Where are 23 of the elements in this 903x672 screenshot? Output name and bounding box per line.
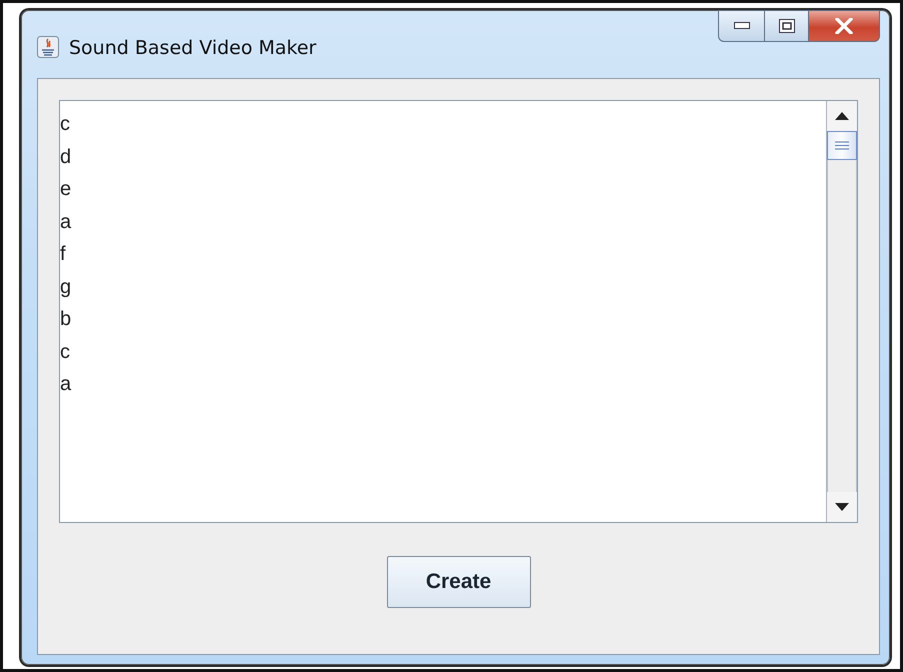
text-line: a: [60, 210, 72, 234]
window-title: Sound Based Video Maker: [69, 37, 316, 59]
text-line: b: [60, 307, 72, 332]
close-icon: [835, 18, 853, 34]
text-line: c: [60, 340, 70, 364]
scroll-down-icon[interactable]: [827, 492, 857, 522]
create-button[interactable]: Create: [386, 556, 530, 608]
text-line: f: [60, 242, 66, 267]
minimize-icon: [734, 22, 750, 30]
text-line: d: [60, 144, 72, 170]
maximize-icon: [778, 19, 794, 33]
scrollbar[interactable]: [826, 101, 857, 522]
cup-icon: [37, 36, 59, 58]
text-line: a: [60, 372, 72, 397]
minimize-button[interactable]: [718, 10, 765, 42]
scroll-thumb[interactable]: [827, 131, 857, 160]
text-area[interactable]: c d e a f g b c a: [59, 100, 858, 523]
text-line: e: [60, 177, 72, 202]
text-line: c: [60, 112, 70, 137]
text-line: g: [60, 274, 72, 300]
maximize-button[interactable]: [765, 10, 809, 42]
scroll-up-icon[interactable]: [827, 101, 857, 131]
close-button[interactable]: [809, 10, 880, 42]
